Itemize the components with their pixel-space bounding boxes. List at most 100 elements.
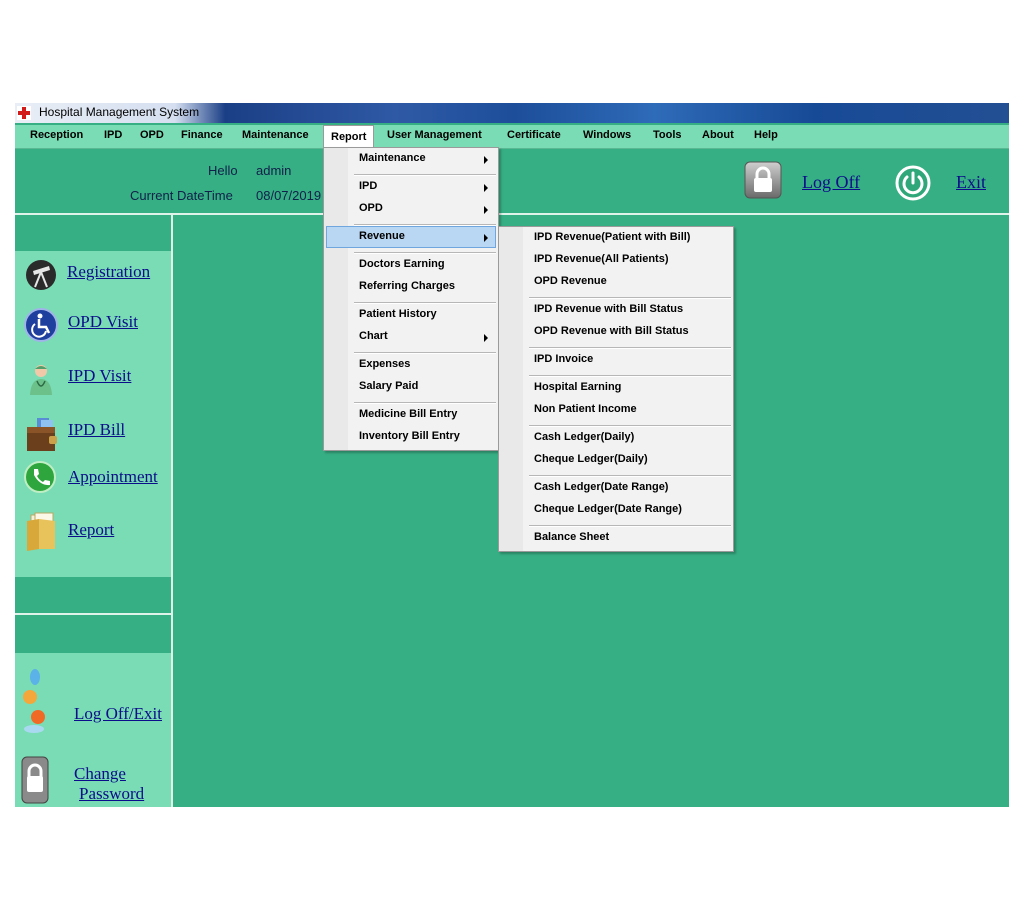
report-menu-expenses[interactable]: Expenses [326, 354, 496, 376]
report-menu-chart[interactable]: Chart [326, 326, 496, 348]
revenue-menu-ipd-revenue-patient-with-bill[interactable]: IPD Revenue(Patient with Bill) [501, 227, 731, 249]
sidebar-label-change: Change [74, 764, 126, 783]
report-menu-revenue-label: Revenue [359, 230, 405, 242]
telescope-icon [26, 260, 56, 290]
report-menu-doctors-earning[interactable]: Doctors Earning [326, 254, 496, 276]
sidebar-lower-band [15, 615, 171, 653]
report-menu-opd-label: OPD [359, 202, 383, 214]
report-menu-inventory-bill-entry-label: Inventory Bill Entry [359, 430, 460, 442]
menu-opd[interactable]: OPD [140, 129, 164, 141]
revenue-menu-item-label: Balance Sheet [534, 531, 610, 543]
menu-certificate[interactable]: Certificate [507, 129, 561, 141]
padlock-icon [21, 756, 49, 804]
revenue-menu-item-label: Hospital Earning [534, 381, 622, 393]
revenue-menu-item-label: OPD Revenue [534, 275, 607, 287]
revenue-menu-hospital-earning[interactable]: Hospital Earning [501, 377, 731, 399]
report-menu-ipd-label: IPD [359, 180, 378, 192]
report-menu-medicine-bill-entry[interactable]: Medicine Bill Entry [326, 404, 496, 426]
revenue-menu-balance-sheet[interactable]: Balance Sheet [501, 527, 731, 549]
submenu-arrow-icon [484, 156, 488, 164]
revenue-menu-item-label: Cheque Ledger(Date Range) [534, 503, 682, 515]
menu-bar: Reception IPD OPD Finance Maintenance Re… [15, 125, 1009, 149]
doctor-icon [30, 365, 52, 395]
sidebar-item-opd-visit[interactable]: OPD Visit [15, 305, 171, 345]
report-menu-maintenance-label: Maintenance [359, 152, 426, 164]
revenue-menu-item-label: IPD Invoice [534, 353, 594, 365]
menu-tools[interactable]: Tools [653, 129, 682, 141]
revenue-menu-item-label: Non Patient Income [534, 403, 637, 415]
lock-icon[interactable] [744, 161, 782, 199]
revenue-menu-cheque-ledger-daily[interactable]: Cheque Ledger(Daily) [501, 449, 731, 471]
report-menu-referring-charges-label: Referring Charges [359, 280, 455, 292]
submenu-arrow-icon [484, 206, 488, 214]
hello-label: Hello [208, 163, 238, 178]
revenue-menu-item-label: IPD Revenue(All Patients) [534, 253, 669, 265]
report-menu-patient-history[interactable]: Patient History [326, 304, 496, 326]
sidebar: Registration OPD Visit IPD Visit IPD Bil… [15, 215, 173, 807]
report-menu-opd[interactable]: OPD [326, 198, 496, 220]
sidebar-label-logoff-exit: Log Off/Exit [74, 704, 162, 723]
menu-help[interactable]: Help [754, 129, 778, 141]
report-menu-referring-charges[interactable]: Referring Charges [326, 276, 496, 298]
logoff-link[interactable]: Log Off [802, 172, 860, 193]
header-panel: Hello admin Current DateTime 08/07/2019 … [15, 150, 1009, 215]
sidebar-item-change-password[interactable]: Change Password [15, 755, 171, 807]
menu-about[interactable]: About [702, 129, 734, 141]
sidebar-item-ipd-bill[interactable]: IPD Bill [15, 413, 171, 453]
menu-windows[interactable]: Windows [583, 129, 631, 141]
menu-finance[interactable]: Finance [181, 129, 223, 141]
report-dropdown: Maintenance IPD OPD Revenue Doctors Earn… [323, 147, 499, 451]
revenue-menu-opd-revenue[interactable]: OPD Revenue [501, 271, 731, 293]
report-menu-revenue[interactable]: Revenue [326, 226, 496, 248]
sidebar-label-ipd-visit: IPD Visit [68, 366, 132, 385]
sidebar-label-password: Password [79, 784, 145, 803]
menu-reception[interactable]: Reception [30, 129, 83, 141]
window-title: Hospital Management System [39, 105, 200, 119]
power-icon[interactable] [895, 165, 931, 201]
report-menu-inventory-bill-entry[interactable]: Inventory Bill Entry [326, 426, 496, 448]
sidebar-label-ipd-bill: IPD Bill [68, 420, 126, 439]
sidebar-item-appointment[interactable]: Appointment [15, 458, 171, 498]
wallet-icon [27, 418, 57, 451]
exit-link[interactable]: Exit [956, 172, 986, 193]
revenue-menu-opd-revenue-bill-status[interactable]: OPD Revenue with Bill Status [501, 321, 731, 343]
menu-user-management[interactable]: User Management [387, 129, 482, 141]
sidebar-top-band [15, 215, 171, 251]
revenue-menu-ipd-revenue-all-patients[interactable]: IPD Revenue(All Patients) [501, 249, 731, 271]
report-menu-medicine-bill-entry-label: Medicine Bill Entry [359, 408, 458, 420]
hospital-cross-icon [17, 106, 31, 120]
report-menu-expenses-label: Expenses [359, 358, 411, 370]
datetime-value: 08/07/2019 [256, 188, 322, 203]
revenue-menu-cash-ledger-daily[interactable]: Cash Ledger(Daily) [501, 427, 731, 449]
sidebar-item-registration[interactable]: Registration [15, 255, 171, 295]
revenue-menu-ipd-invoice[interactable]: IPD Invoice [501, 349, 731, 371]
sidebar-item-logoff-exit[interactable]: Log Off/Exit [15, 667, 171, 737]
report-menu-maintenance[interactable]: Maintenance [326, 148, 496, 170]
sidebar-label-opd-visit: OPD Visit [68, 312, 138, 331]
report-menu-salary-paid[interactable]: Salary Paid [326, 376, 496, 398]
revenue-menu-cheque-ledger-date-range[interactable]: Cheque Ledger(Date Range) [501, 499, 731, 521]
revenue-menu-item-label: Cheque Ledger(Daily) [534, 453, 648, 465]
revenue-menu-item-label: IPD Revenue with Bill Status [534, 303, 684, 315]
sidebar-label-report: Report [68, 520, 115, 539]
submenu-arrow-icon [484, 334, 488, 342]
phone-icon [24, 461, 56, 493]
users-icon [23, 669, 45, 733]
title-bar: Hospital Management System [15, 103, 1009, 123]
sidebar-item-ipd-visit[interactable]: IPD Visit [15, 359, 171, 399]
report-menu-patient-history-label: Patient History [359, 308, 437, 320]
revenue-menu-cash-ledger-date-range[interactable]: Cash Ledger(Date Range) [501, 477, 731, 499]
revenue-menu-non-patient-income[interactable]: Non Patient Income [501, 399, 731, 421]
report-menu-doctors-earning-label: Doctors Earning [359, 258, 445, 270]
sidebar-item-report[interactable]: Report [15, 509, 171, 551]
menu-ipd[interactable]: IPD [104, 129, 122, 141]
user-name: admin [256, 163, 292, 178]
report-menu-chart-label: Chart [359, 330, 388, 342]
menu-maintenance[interactable]: Maintenance [242, 129, 309, 141]
app-window: Hospital Management System Reception IPD… [15, 103, 1009, 807]
menu-report[interactable]: Report [323, 125, 375, 148]
revenue-menu-ipd-revenue-bill-status[interactable]: IPD Revenue with Bill Status [501, 299, 731, 321]
revenue-submenu: IPD Revenue(Patient with Bill) IPD Reven… [498, 226, 734, 552]
revenue-menu-item-label: OPD Revenue with Bill Status [534, 325, 689, 337]
report-menu-ipd[interactable]: IPD [326, 176, 496, 198]
